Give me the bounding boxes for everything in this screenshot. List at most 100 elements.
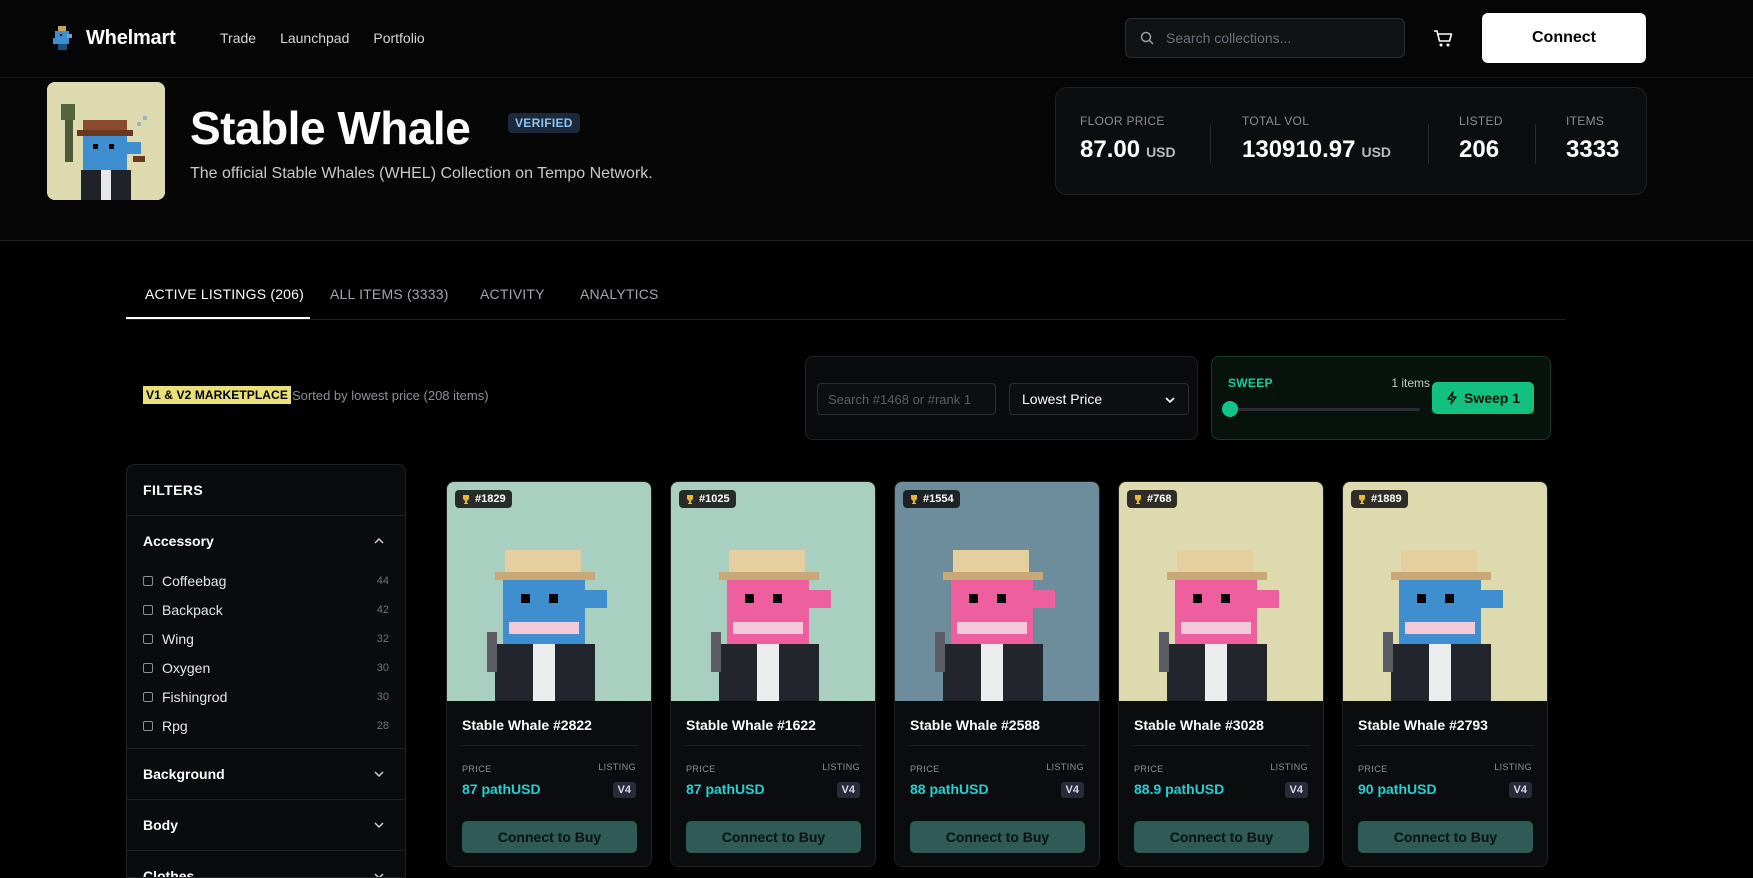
stat-total-volume: TOTAL VOL 130910.97 USD <box>1242 114 1392 163</box>
filter-option-oxygen[interactable]: Oxygen 30 <box>127 653 405 682</box>
connect-to-buy-button[interactable]: Connect to Buy <box>686 821 861 853</box>
checkbox[interactable] <box>143 720 153 731</box>
sweep-slider-track[interactable] <box>1228 408 1420 411</box>
filter-group-accessory: Accessory Coffeebag 44 Backpack 42 Wing 32 … <box>127 516 405 749</box>
listing-card[interactable]: #768 Stable Whale #3028 PRICE LISTING 88… <box>1118 481 1324 867</box>
sweep-button-label: Sweep 1 <box>1463 390 1521 406</box>
chevron-up-icon <box>374 537 384 544</box>
trophy-icon <box>1359 495 1365 504</box>
stat-floor-price: FLOOR PRICE 87.00 USD <box>1080 114 1176 163</box>
nav-link-launchpad[interactable]: Launchpad <box>280 30 349 46</box>
whale-nft-image <box>895 482 1099 701</box>
tab-active-listings[interactable]: ACTIVE LISTINGS (206) <box>145 286 304 302</box>
listing-label: LISTING <box>1494 762 1532 772</box>
filter-option-backpack[interactable]: Backpack 42 <box>127 595 405 624</box>
tab-activity[interactable]: ACTIVITY <box>480 286 545 302</box>
rank-badge: #1889 <box>1351 490 1408 508</box>
rank-badge: #1829 <box>455 490 512 508</box>
listing-version-badge: V4 <box>836 782 860 798</box>
connect-to-buy-button[interactable]: Connect to Buy <box>1134 821 1309 853</box>
rank-badge: #768 <box>1127 490 1178 508</box>
nft-price: 87 pathUSD <box>462 781 541 797</box>
whale-logo-icon <box>53 26 72 50</box>
collection-tabs: ACTIVE LISTINGS (206) ALL ITEMS (3333) A… <box>126 268 1566 320</box>
chevron-down-icon <box>374 822 384 829</box>
filter-group-toggle[interactable]: Background <box>127 749 405 799</box>
whale-nft-image <box>671 482 875 701</box>
chevron-down-icon <box>374 771 384 778</box>
token-id-search-input[interactable] <box>817 383 996 415</box>
nft-price: 90 pathUSD <box>1358 781 1437 797</box>
checkbox[interactable] <box>143 691 153 702</box>
nft-image[interactable]: #768 <box>1119 482 1323 701</box>
listing-card[interactable]: #1889 Stable Whale #2793 PRICE LISTING 9… <box>1342 481 1548 867</box>
listing-version-badge: V4 <box>1284 782 1308 798</box>
listing-version-badge: V4 <box>612 782 636 798</box>
cart-icon[interactable] <box>1432 27 1454 49</box>
filter-option-coffeebag[interactable]: Coffeebag 44 <box>127 566 405 595</box>
nft-image[interactable]: #1554 <box>895 482 1099 701</box>
search-icon <box>1140 31 1154 45</box>
rank-badge: #1554 <box>903 490 960 508</box>
nft-name[interactable]: Stable Whale #2588 <box>910 717 1040 733</box>
sweep-slider-thumb[interactable] <box>1222 401 1238 417</box>
checkbox[interactable] <box>143 604 153 615</box>
filter-group-toggle[interactable]: Clothes <box>127 851 405 877</box>
nft-price: 87 pathUSD <box>686 781 765 797</box>
filter-group-toggle[interactable]: Body <box>127 800 405 850</box>
trophy-icon <box>687 495 693 504</box>
search-input[interactable] <box>1166 30 1386 46</box>
whale-nft-image <box>1119 482 1323 701</box>
trophy-icon <box>1135 495 1141 504</box>
connect-to-buy-button[interactable]: Connect to Buy <box>462 821 637 853</box>
nft-image[interactable]: #1025 <box>671 482 875 701</box>
checkbox[interactable] <box>143 575 153 586</box>
sweep-panel: SWEEP 1 items Sweep 1 <box>1211 356 1551 440</box>
sort-dropdown[interactable]: Lowest Price <box>1009 383 1189 415</box>
sweep-label: SWEEP <box>1228 376 1273 390</box>
listing-card[interactable]: #1829 Stable Whale #2822 PRICE LISTING 8… <box>446 481 652 867</box>
collection-search[interactable] <box>1125 18 1405 58</box>
marketplace-badge: V1 & V2 MARKETPLACE <box>143 386 291 404</box>
filter-option-wing[interactable]: Wing 32 <box>127 624 405 653</box>
brand-logo[interactable]: Whelmart <box>50 24 176 52</box>
collection-avatar <box>47 82 165 200</box>
nav-link-trade[interactable]: Trade <box>220 30 256 46</box>
connect-to-buy-button[interactable]: Connect to Buy <box>910 821 1085 853</box>
filter-option-rpg[interactable]: Rpg 28 <box>127 711 405 740</box>
nft-price: 88 pathUSD <box>910 781 989 797</box>
brand-name: Whelmart <box>86 26 176 49</box>
nft-image[interactable]: #1889 <box>1343 482 1547 701</box>
filter-group-body: Body <box>127 800 405 851</box>
chevron-down-icon <box>1165 397 1175 404</box>
filters-title: FILTERS <box>127 465 405 516</box>
tab-all-items[interactable]: ALL ITEMS (3333) <box>330 286 449 302</box>
nft-name[interactable]: Stable Whale #3028 <box>1134 717 1264 733</box>
nft-name[interactable]: Stable Whale #2793 <box>1358 717 1488 733</box>
nav-link-portfolio[interactable]: Portfolio <box>373 30 424 46</box>
filter-option-fishingrod[interactable]: Fishingrod 30 <box>127 682 405 711</box>
verified-badge: VERIFIED <box>508 113 580 133</box>
checkbox[interactable] <box>143 662 153 673</box>
listing-card[interactable]: #1025 Stable Whale #1622 PRICE LISTING 8… <box>670 481 876 867</box>
collection-title: Stable Whale <box>190 102 471 154</box>
nft-name[interactable]: Stable Whale #1622 <box>686 717 816 733</box>
price-label: PRICE <box>1358 764 1388 774</box>
connect-wallet-button[interactable]: Connect <box>1482 13 1646 63</box>
tab-analytics[interactable]: ANALYTICS <box>580 286 659 302</box>
checkbox[interactable] <box>143 633 153 644</box>
nft-image[interactable]: #1829 <box>447 482 651 701</box>
listing-label: LISTING <box>1270 762 1308 772</box>
nav-links: Trade Launchpad Portfolio <box>220 30 425 46</box>
price-label: PRICE <box>462 764 492 774</box>
listing-card[interactable]: #1554 Stable Whale #2588 PRICE LISTING 8… <box>894 481 1100 867</box>
filter-group-toggle[interactable]: Accessory <box>127 516 405 566</box>
nft-name[interactable]: Stable Whale #2822 <box>462 717 592 733</box>
listing-version-badge: V4 <box>1508 782 1532 798</box>
sweep-button[interactable]: Sweep 1 <box>1432 382 1534 414</box>
connect-to-buy-button[interactable]: Connect to Buy <box>1358 821 1533 853</box>
price-label: PRICE <box>686 764 716 774</box>
filter-group-background: Background <box>127 749 405 800</box>
whale-avatar-image <box>47 82 165 200</box>
whale-nft-image <box>447 482 651 701</box>
